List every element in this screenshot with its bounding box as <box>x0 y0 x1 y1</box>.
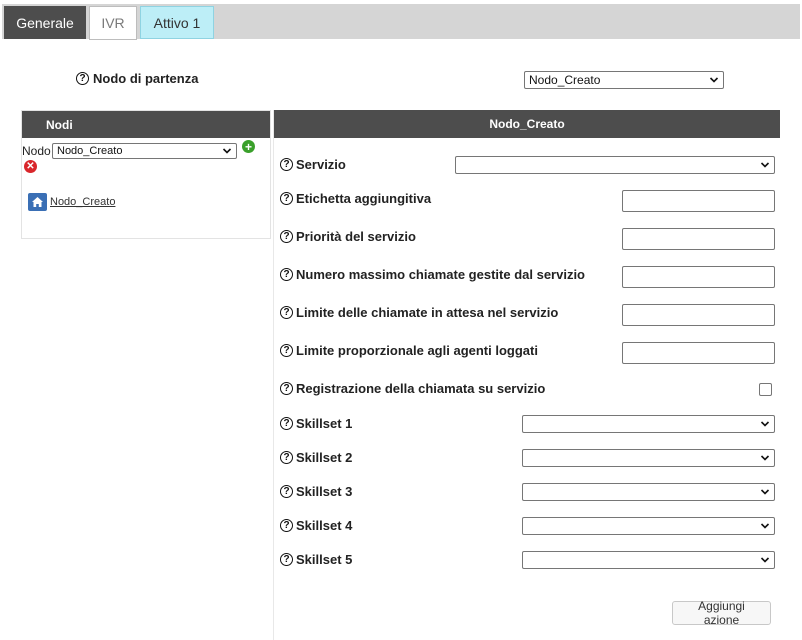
help-icon[interactable]: ? <box>280 382 293 395</box>
start-node-label-row: ? Nodo di partenza <box>76 71 198 86</box>
limite-proporzionale-input[interactable] <box>622 342 775 364</box>
skillset4-label: Skillset 4 <box>296 518 353 533</box>
skillset1-label: Skillset 1 <box>296 416 353 431</box>
etichetta-input[interactable] <box>622 190 775 212</box>
etichetta-label-row: ? Etichetta aggiungitiva <box>280 191 431 206</box>
chevron-down-icon <box>760 162 770 168</box>
skillset5-label-row: ? Skillset 5 <box>280 552 352 567</box>
help-icon[interactable]: ? <box>280 451 293 464</box>
start-node-select[interactable]: Nodo_Creato <box>524 71 724 89</box>
skillset2-select[interactable] <box>522 449 775 467</box>
tree-item-link[interactable]: Nodo_Creato <box>50 196 115 208</box>
home-icon <box>28 193 47 211</box>
help-icon[interactable]: ? <box>280 158 293 171</box>
priorita-input[interactable] <box>622 228 775 250</box>
nodes-panel-header: Nodi <box>22 111 270 138</box>
servizio-select[interactable] <box>455 156 775 174</box>
limite-attesa-input[interactable] <box>622 304 775 326</box>
registrazione-label-row: ? Registrazione della chiamata su serviz… <box>280 381 545 396</box>
nodo-select-value: Nodo_Creato <box>57 145 123 157</box>
help-icon[interactable]: ? <box>280 485 293 498</box>
numero-max-input[interactable] <box>622 266 775 288</box>
priorita-label-row: ? Priorità del servizio <box>280 229 416 244</box>
tab-generale[interactable]: Generale <box>4 6 86 39</box>
chevron-down-icon <box>760 557 770 563</box>
tab-attivo-1[interactable]: Attivo 1 <box>140 6 214 39</box>
chevron-down-icon <box>222 148 232 154</box>
help-icon[interactable]: ? <box>280 344 293 357</box>
add-action-button[interactable]: Aggiungi azione <box>672 599 771 627</box>
priorita-label: Priorità del servizio <box>296 229 416 244</box>
limite-attesa-label-row: ? Limite delle chiamate in attesa nel se… <box>280 305 558 320</box>
help-icon[interactable]: ? <box>280 230 293 243</box>
registrazione-checkbox[interactable] <box>759 383 772 396</box>
chevron-down-icon <box>760 489 770 495</box>
registrazione-label: Registrazione della chiamata su servizio <box>296 381 546 396</box>
help-icon[interactable]: ? <box>280 306 293 319</box>
chevron-down-icon <box>760 421 770 427</box>
delete-node-icon[interactable]: ✕ <box>24 160 37 173</box>
help-icon[interactable]: ? <box>280 268 293 281</box>
help-icon[interactable]: ? <box>280 192 293 205</box>
limite-proporzionale-label: Limite proporzionale agli agenti loggati <box>296 343 538 358</box>
node-config-header: Nodo_Creato <box>274 110 780 138</box>
chevron-down-icon <box>709 77 719 83</box>
skillset5-label: Skillset 5 <box>296 552 353 567</box>
nodes-panel: Nodi Nodo Nodo_Creato + ✕ Nodo_Creato <box>21 110 271 239</box>
skillset3-label: Skillset 3 <box>296 484 353 499</box>
skillset1-label-row: ? Skillset 1 <box>280 416 352 431</box>
skillset5-select[interactable] <box>522 551 775 569</box>
help-icon[interactable]: ? <box>76 72 89 85</box>
skillset4-label-row: ? Skillset 4 <box>280 518 352 533</box>
servizio-label-row: ? Servizio <box>280 157 346 172</box>
nodo-select[interactable]: Nodo_Creato <box>52 143 237 159</box>
help-icon[interactable]: ? <box>280 553 293 566</box>
help-icon[interactable]: ? <box>280 417 293 430</box>
etichetta-label: Etichetta aggiungitiva <box>296 191 432 206</box>
numero-max-label-row: ? Numero massimo chiamate gestite dal se… <box>280 267 585 282</box>
help-icon[interactable]: ? <box>280 519 293 532</box>
chevron-down-icon <box>760 455 770 461</box>
nodo-label: Nodo <box>22 144 51 158</box>
skillset3-select[interactable] <box>522 483 775 501</box>
skillset1-select[interactable] <box>522 415 775 433</box>
limite-proporzionale-label-row: ? Limite proporzionale agli agenti logga… <box>280 343 538 358</box>
skillset4-select[interactable] <box>522 517 775 535</box>
skillset2-label: Skillset 2 <box>296 450 353 465</box>
tree-item-node[interactable]: Nodo_Creato <box>28 193 115 211</box>
chevron-down-icon <box>760 523 770 529</box>
tab-bar: Generale IVR Attivo 1 <box>2 4 800 40</box>
node-config-panel: Nodo_Creato ? Servizio ? Etichetta aggiu… <box>273 110 780 640</box>
start-node-label: Nodo di partenza <box>93 71 199 86</box>
skillset3-label-row: ? Skillset 3 <box>280 484 352 499</box>
servizio-label: Servizio <box>296 157 346 172</box>
add-node-icon[interactable]: + <box>242 140 255 153</box>
limite-attesa-label: Limite delle chiamate in attesa nel serv… <box>296 305 559 320</box>
start-node-select-value: Nodo_Creato <box>529 73 601 87</box>
skillset2-label-row: ? Skillset 2 <box>280 450 352 465</box>
numero-max-label: Numero massimo chiamate gestite dal serv… <box>296 267 585 282</box>
tab-ivr[interactable]: IVR <box>89 6 137 40</box>
